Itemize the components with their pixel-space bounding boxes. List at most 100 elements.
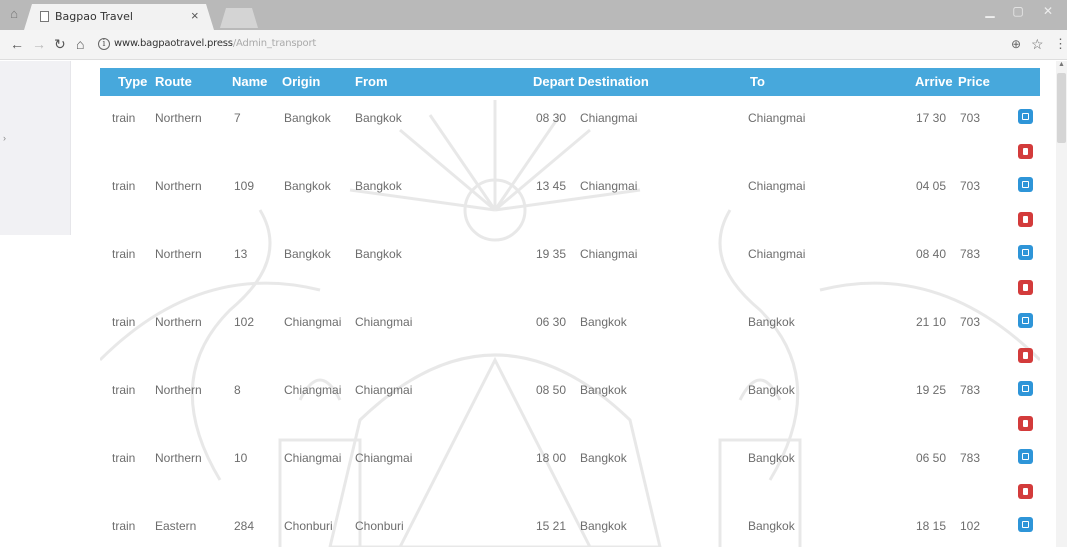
trash-icon[interactable] [1018,212,1033,227]
table-row: train Northern 10 Chiangmai Chiangmai 18… [100,436,1040,504]
cell-price: 102 [960,519,981,533]
cell-route: Northern [155,451,202,465]
cell-from: Bangkok [355,247,402,261]
edit-icon[interactable] [1018,517,1033,532]
cell-destination: Bangkok [580,315,627,329]
header-destination[interactable]: Destination [578,74,649,89]
header-name[interactable]: Name [232,74,267,89]
star-icon[interactable]: ☆ [1031,36,1044,53]
cell-depart: 06 30 [536,315,567,329]
cell-to: Chiangmai [748,247,806,261]
table-row: train Northern 13 Bangkok Bangkok 19 35 … [100,232,1040,300]
header-price[interactable]: Price [958,74,990,89]
cell-depart: 19 35 [536,247,567,261]
info-icon[interactable]: i [98,38,110,50]
cell-arrive: 06 50 [916,451,947,465]
cell-route: Eastern [155,519,197,533]
url-field[interactable]: www.bagpaotravel.press/Admin_transport [114,38,316,49]
cell-depart: 08 30 [536,111,567,125]
cell-from: Bangkok [355,111,402,125]
cell-depart: 13 45 [536,179,567,193]
trash-icon[interactable] [1018,348,1033,363]
cell-destination: Bangkok [580,383,627,397]
header-depart[interactable]: Depart [533,74,574,89]
cell-arrive: 18 15 [916,519,947,533]
cell-name: 284 [234,519,255,533]
cell-from: Chiangmai [355,383,413,397]
header-origin[interactable]: Origin [282,74,320,89]
transport-table: Type Route Name Origin From Depart Desti… [100,68,1040,547]
new-tab-button[interactable] [220,8,258,28]
maximize-icon[interactable]: ▢ [1005,3,1031,19]
edit-icon[interactable] [1018,177,1033,192]
cell-arrive: 04 05 [916,179,947,193]
edit-icon[interactable] [1018,109,1033,124]
cell-to: Bangkok [748,519,795,533]
close-window-icon[interactable]: ✕ [1033,3,1063,19]
cell-depart: 18 00 [536,451,567,465]
edit-icon[interactable] [1018,449,1033,464]
profile-icon[interactable]: ⌂ [6,6,22,22]
browser-tab[interactable]: Bagpao Travel × [24,4,214,30]
browser-tab-bar: ⌂ Bagpao Travel × ▁ ▢ ✕ [0,0,1067,30]
scrollbar-thumb[interactable] [1057,73,1066,143]
sidebar-indicator: › [3,133,6,143]
cell-origin: Chiangmai [284,383,342,397]
tab-close-icon[interactable]: × [191,8,199,23]
edit-icon[interactable] [1018,313,1033,328]
cell-depart: 08 50 [536,383,567,397]
trash-icon[interactable] [1018,484,1033,499]
cell-name: 13 [234,247,248,261]
header-from[interactable]: From [355,74,388,89]
cell-price: 783 [960,247,981,261]
table-row: train Northern 109 Bangkok Bangkok 13 45… [100,164,1040,232]
header-type[interactable]: Type [118,74,147,89]
home-icon[interactable]: ⌂ [76,36,84,52]
trash-icon[interactable] [1018,144,1033,159]
table-row: train Northern 102 Chiangmai Chiangmai 0… [100,300,1040,368]
cell-price: 783 [960,383,981,397]
trash-icon[interactable] [1018,416,1033,431]
cell-from: Bangkok [355,179,402,193]
edit-icon[interactable] [1018,245,1033,260]
cell-origin: Bangkok [284,111,331,125]
minimize-icon[interactable]: ▁ [977,3,1003,19]
page-icon [40,11,49,22]
header-to[interactable]: To [750,74,765,89]
back-arrow-icon[interactable]: ← [10,36,24,52]
cell-to: Chiangmai [748,179,806,193]
zoom-icon[interactable]: ⊕ [1011,37,1021,51]
cell-price: 703 [960,111,981,125]
sidebar: › [0,61,71,235]
header-route[interactable]: Route [155,74,192,89]
cell-origin: Chonburi [284,519,333,533]
tab-title: Bagpao Travel [55,10,133,23]
cell-origin: Bangkok [284,247,331,261]
cell-price: 703 [960,315,981,329]
trash-icon[interactable] [1018,280,1033,295]
cell-name: 102 [234,315,255,329]
cell-arrive: 17 30 [916,111,947,125]
cell-type: train [112,451,136,465]
cell-destination: Chiangmai [580,247,638,261]
cell-to: Bangkok [748,383,795,397]
cell-arrive: 08 40 [916,247,947,261]
header-arrive[interactable]: Arrive [915,74,953,89]
cell-depart: 15 21 [536,519,567,533]
forward-arrow-icon[interactable]: → [32,36,46,52]
cell-from: Chonburi [355,519,404,533]
cell-name: 7 [234,111,241,125]
scrollbar[interactable]: ▲ [1056,61,1067,547]
edit-icon[interactable] [1018,381,1033,396]
cell-type: train [112,519,136,533]
cell-origin: Chiangmai [284,315,342,329]
scroll-up-icon[interactable]: ▲ [1058,61,1065,68]
cell-price: 783 [960,451,981,465]
cell-type: train [112,315,136,329]
cell-destination: Bangkok [580,451,627,465]
kebab-menu-icon[interactable]: ⋮ [1054,36,1067,52]
reload-icon[interactable]: ↻ [54,36,66,52]
cell-arrive: 19 25 [916,383,947,397]
table-header: Type Route Name Origin From Depart Desti… [100,68,1040,96]
cell-route: Northern [155,111,202,125]
